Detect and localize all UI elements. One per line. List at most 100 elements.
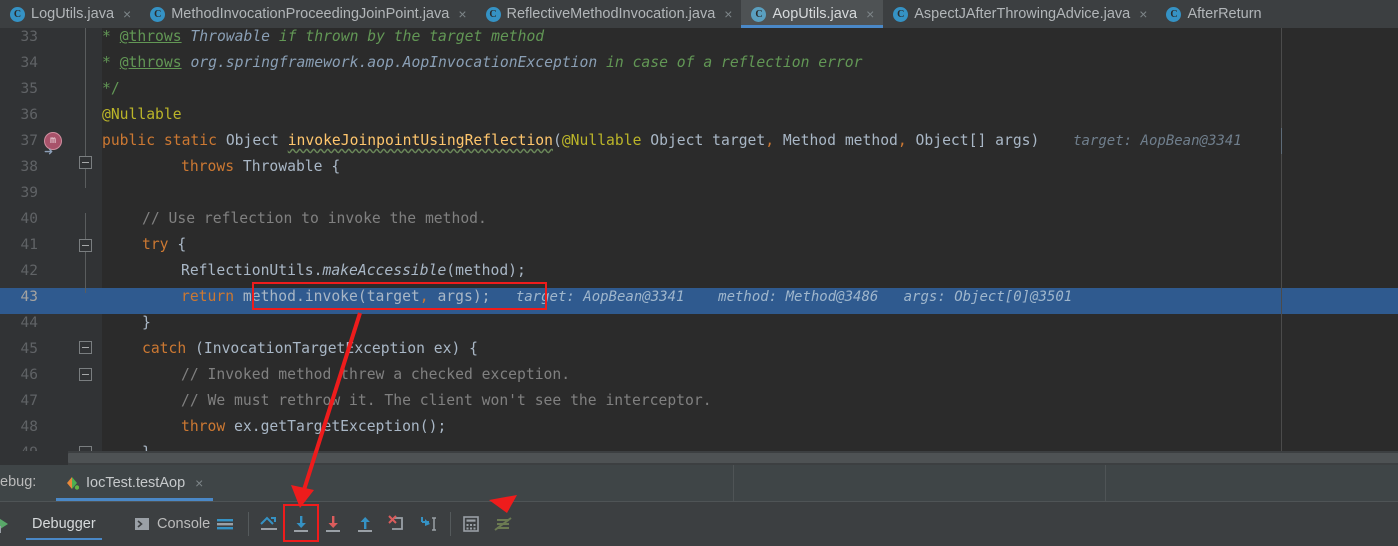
editor-tab-logutils[interactable]: C LogUtils.java × [0, 0, 140, 28]
evaluate-expression-icon [460, 513, 482, 535]
drop-frame-button[interactable] [386, 502, 408, 546]
code-line-33[interactable]: * @throws Throwable if thrown by the tar… [102, 28, 1398, 50]
java-class-icon: C [751, 6, 767, 22]
fold-marker-icon[interactable] [79, 156, 92, 169]
run-to-cursor-button[interactable] [418, 502, 440, 546]
line-number: 34 [20, 55, 38, 71]
annotation-nullable: @Nullable [102, 106, 182, 123]
editor-tab-aspectjafterthrowingadvice[interactable]: C AspectJAfterThrowingAdvice.java × [883, 0, 1156, 28]
resume-program-icon [0, 513, 14, 535]
code-line-37[interactable]: public static Object invokeJoinpointUsin… [102, 128, 1398, 154]
code-line-35[interactable]: */ [102, 76, 1398, 102]
line-number: 35 [20, 81, 38, 97]
step-into-button[interactable] [290, 502, 312, 546]
inline-hint-value-args[interactable]: Object[0]@3501 [954, 289, 1072, 305]
editor-tab-methodinvocationproceedingjoinpoint[interactable]: C MethodInvocationProceedingJoinPoint.ja… [140, 0, 475, 28]
javadoc-text: if thrown by the target method [278, 28, 545, 45]
fold-region-line [85, 213, 86, 293]
code-line-36[interactable]: @Nullable [102, 102, 1398, 128]
code-line-44[interactable]: } [102, 310, 1398, 336]
code-line-45[interactable]: catch (InvocationTargetException ex) { [102, 336, 1398, 362]
code-line-47[interactable]: // We must rethrow it. The client won't … [102, 388, 1398, 414]
java-class-icon: C [485, 6, 501, 22]
line-number: 44 [20, 315, 38, 331]
editor-tab-label: AopUtils.java [772, 6, 858, 22]
line-number-current: 43 [20, 289, 38, 305]
comment: // Use reflection to invoke the method. [142, 210, 487, 227]
debug-tab-debugger[interactable]: Debugger [26, 502, 102, 546]
step-out-icon [354, 513, 376, 535]
param-args: Object[] args) [906, 132, 1040, 149]
code-line-34[interactable]: * @throws org.springframework.aop.AopInv… [102, 50, 1398, 76]
javadoc-ref: Throwable [181, 28, 279, 45]
close-icon[interactable]: × [458, 7, 466, 21]
call-args: (method); [446, 262, 526, 279]
editor-tab-reflectivemethodinvocation[interactable]: C ReflectiveMethodInvocation.java × [476, 0, 742, 28]
close-icon[interactable]: × [1139, 7, 1147, 21]
drop-frame-icon [386, 513, 408, 535]
comma: , [419, 288, 429, 305]
inline-hint-value-target[interactable]: AopBean@3341 [583, 289, 684, 305]
javadoc-star: * [102, 54, 120, 71]
code-line-48[interactable]: throw ex.getTargetException(); [102, 414, 1398, 440]
java-class-icon: C [150, 6, 166, 22]
step-out-button[interactable] [354, 502, 376, 546]
editor-tab-label: AspectJAfterThrowingAdvice.java [914, 6, 1131, 22]
code-line-41[interactable]: try { [102, 232, 1398, 258]
debug-tab-label: Console [157, 516, 211, 532]
evaluate-expression-button[interactable] [460, 502, 482, 546]
close-icon[interactable]: × [866, 7, 874, 21]
java-class-icon: C [10, 6, 25, 22]
javadoc-text [597, 54, 606, 71]
mute-breakpoints-button[interactable] [492, 502, 514, 546]
code-line-38[interactable]: throws Throwable { [102, 154, 1398, 180]
fold-marker-icon[interactable] [79, 239, 92, 252]
keyword-catch: catch [142, 340, 187, 357]
fold-marker-icon[interactable] [79, 341, 92, 354]
line-number: 48 [20, 419, 38, 435]
inline-hint-value[interactable]: AopBean@3341 [1141, 133, 1242, 149]
run-to-cursor-icon [418, 513, 440, 535]
show-execution-point-button[interactable] [258, 502, 280, 546]
code-editor[interactable]: 33 34 35 36 37 38 39 40 41 42 43 44 45 4… [0, 28, 1398, 465]
keyword-return: return [181, 288, 235, 305]
resume-program-button[interactable] [0, 502, 14, 546]
horizontal-scrollbar[interactable] [0, 451, 1398, 465]
fold-marker-icon[interactable] [79, 368, 92, 381]
horizontal-scrollbar-thumb[interactable] [68, 453, 1398, 463]
inline-hint-value-method[interactable]: Method@3486 [786, 289, 879, 305]
show-execution-point-icon [258, 513, 280, 535]
inline-hint-label-args: args: [903, 289, 946, 305]
code-content[interactable]: * @throws Throwable if thrown by the tar… [102, 28, 1398, 465]
debug-toolbar: Debugger Console [0, 501, 1398, 546]
debug-tool-window: ebug: IocTest.testAop × Debugger Console [0, 465, 1398, 546]
code-line-40[interactable]: // Use reflection to invoke the method. [102, 206, 1398, 232]
invoke-expression-args: args); [428, 288, 491, 305]
layout-settings-icon [214, 513, 236, 535]
editor-tab-aoputils[interactable]: C AopUtils.java × [741, 0, 884, 28]
force-step-into-button[interactable] [322, 502, 344, 546]
layout-settings-button[interactable] [214, 502, 236, 546]
junit-run-icon [66, 476, 80, 490]
class-reflectionutils: ReflectionUtils. [181, 262, 323, 279]
code-line-39[interactable] [102, 180, 1398, 206]
keyword-throws: throws [181, 158, 235, 175]
code-line-46[interactable]: // Invoked method threw a checked except… [102, 362, 1398, 388]
line-number: 47 [20, 393, 38, 409]
catch-clause: (InvocationTargetException ex) { [186, 340, 479, 357]
debug-session-tab-ioctest-testaop[interactable]: IocTest.testAop × [56, 465, 214, 501]
debug-tab-console[interactable]: Console [128, 502, 216, 546]
javadoc-tag: @throws [119, 28, 182, 45]
editor-tab-afterreturning[interactable]: C AfterReturn [1156, 0, 1270, 28]
code-line-42[interactable]: ReflectionUtils.makeAccessible(method); [102, 258, 1398, 284]
mute-breakpoints-icon [492, 513, 514, 535]
line-number: 40 [20, 211, 38, 227]
line-number: 33 [20, 29, 38, 45]
close-icon[interactable]: × [724, 7, 732, 21]
close-icon[interactable]: × [195, 476, 203, 490]
editor-tab-bar: C LogUtils.java × C MethodInvocationProc… [0, 0, 1398, 29]
close-icon[interactable]: × [123, 7, 131, 21]
code-line-43[interactable]: return method.invoke(target, args); targ… [102, 284, 1398, 310]
toolbar-separator [450, 512, 451, 536]
